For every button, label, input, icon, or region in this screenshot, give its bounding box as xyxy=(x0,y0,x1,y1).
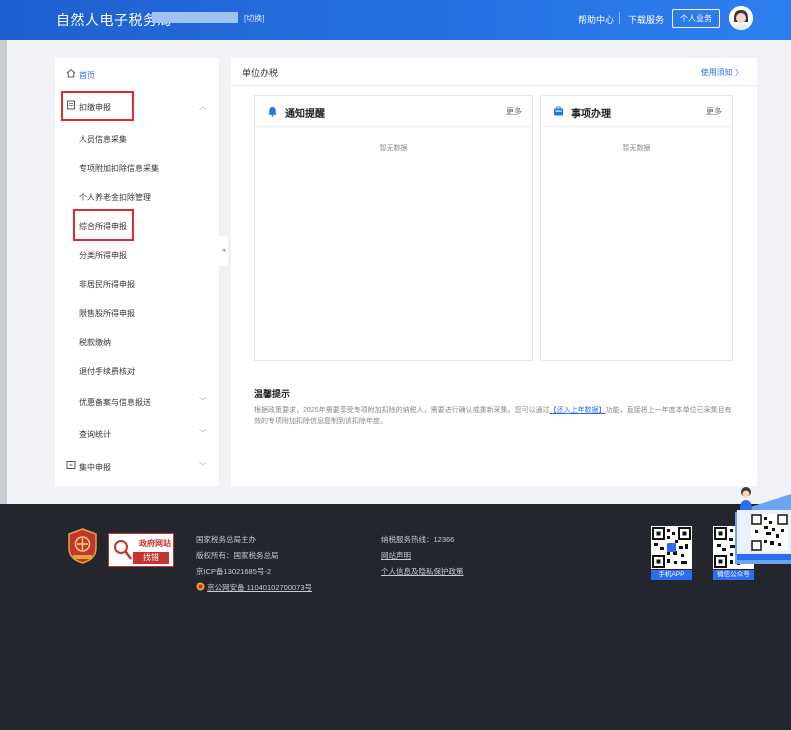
matters-empty-text: 暂无数据 xyxy=(622,145,651,152)
main-panel: 单位办税 使用须知 〉 通知提醒 更多 暂无数据 事项办理 更多 暂无数据 温馨… xyxy=(231,58,757,486)
highlight-comprehensive-income xyxy=(73,209,134,241)
sponsor-text: 国家税务总局主办 xyxy=(196,535,256,544)
divider xyxy=(231,85,757,86)
chevron-down-icon: ﹀ xyxy=(199,397,207,406)
notice-more-link[interactable]: 更多 xyxy=(506,106,522,117)
sidebar-group-label: 集中申报 xyxy=(79,463,111,472)
sidebar-item-label: 个人养老金扣除管理 xyxy=(79,193,151,202)
sidebar-nav: 首页 扣缴申报 ︿ 人员信息采集 专项附加扣除信息采集 个人养老金扣除管理 综合… xyxy=(55,58,219,486)
sidebar-item-special-deduction[interactable]: 专项附加扣除信息采集 xyxy=(55,157,219,179)
find-error-label: 找错 xyxy=(133,552,169,564)
page-title: 单位办税 xyxy=(242,68,279,78)
sidebar-collapse-handle[interactable]: ◂ xyxy=(219,236,228,266)
chevron-down-icon: ﹀ xyxy=(199,429,207,438)
sidebar-item-label: 税款缴纳 xyxy=(79,338,111,347)
notice-panel-title: 通知提醒 xyxy=(285,109,325,120)
matters-panel: 事项办理 更多 暂无数据 xyxy=(540,95,733,361)
matters-panel-title: 事项办理 xyxy=(571,109,611,120)
switch-link[interactable]: [切换] xyxy=(244,13,264,24)
sidebar-group-central[interactable]: 集中申报 ﹀ xyxy=(55,456,219,478)
public-security-link[interactable]: 京公网安备 11040102700073号 xyxy=(196,580,312,596)
sidebar-item-preferential-filing[interactable]: 优惠备案与信息报送 ﹀ xyxy=(55,391,219,413)
sidebar-item-label: 分类所得申报 xyxy=(79,251,127,260)
sidebar-item-nonresident-income[interactable]: 非居民所得申报 xyxy=(55,273,219,295)
notice-empty-text: 暂无数据 xyxy=(379,145,408,152)
icp-text[interactable]: 京ICP备13021685号-2 xyxy=(196,564,312,580)
window-edge xyxy=(0,40,7,504)
panel-divider xyxy=(255,126,532,127)
help-center-link[interactable]: 帮助中心 xyxy=(578,13,614,26)
floating-assistant[interactable] xyxy=(731,484,791,564)
panel-divider xyxy=(541,126,732,127)
matters-more-link[interactable]: 更多 xyxy=(706,106,722,117)
sidebar-item-query-stats[interactable]: 查询统计 ﹀ xyxy=(55,423,219,445)
personal-business-button[interactable]: 个人业务 xyxy=(672,9,720,28)
redacted-org-name xyxy=(152,12,238,23)
bell-icon xyxy=(268,107,277,117)
public-security-text: 京公网安备 11040102700073号 xyxy=(207,583,313,592)
usage-notes-link[interactable]: 使用须知 〉 xyxy=(701,67,743,78)
central-declare-icon xyxy=(66,461,76,469)
sidebar-item-classified-income[interactable]: 分类所得申报 xyxy=(55,244,219,266)
chevron-down-icon: ﹀ xyxy=(199,462,207,471)
notice-panel: 通知提醒 更多 暂无数据 xyxy=(254,95,533,361)
wechat-qr-label: 微信公众号 xyxy=(713,570,754,580)
top-header: 自然人电子税务局 [切换] 帮助中心 下载服务 个人业务 xyxy=(0,0,791,40)
police-badge-icon xyxy=(196,582,205,591)
gov-site-error-report-badge[interactable]: 政府网站 找错 xyxy=(108,533,174,567)
site-statement-link[interactable]: 网站声明 xyxy=(381,548,464,564)
sidebar-item-personnel[interactable]: 人员信息采集 xyxy=(55,128,219,150)
tips-text-part: 根据政策要求，2025年需要享受专项附加扣除的纳税人，需要进行确认或重新采集。您… xyxy=(254,407,550,414)
import-last-year-link[interactable]: 【还入上年数据】 xyxy=(550,407,606,414)
sidebar-item-label: 人员信息采集 xyxy=(79,135,127,144)
briefcase-icon xyxy=(554,106,563,116)
sidebar-item-home[interactable]: 首页 xyxy=(55,64,219,86)
privacy-policy-link[interactable]: 个人信息及隐私保护政策 xyxy=(381,564,464,580)
hotline-text: 纳税服务热线：12366 xyxy=(381,535,455,544)
sidebar-item-refund-fee[interactable]: 退付手续费核对 xyxy=(55,360,219,382)
download-service-link[interactable]: 下载服务 xyxy=(628,13,664,26)
sidebar-item-label: 查询统计 xyxy=(79,430,111,439)
app-qr-label: 手机APP xyxy=(651,570,692,580)
header-divider xyxy=(619,12,620,24)
highlight-declare-group xyxy=(61,91,134,121)
home-icon xyxy=(66,68,76,78)
footer-service-column: 纳税服务热线：12366 网站声明 个人信息及隐私保护政策 xyxy=(381,532,464,580)
tips-title: 温馨提示 xyxy=(254,389,291,399)
gov-site-label: 政府网站 xyxy=(139,539,171,548)
chevron-up-icon: ︿ xyxy=(199,102,207,111)
sidebar-item-label: 专项附加扣除信息采集 xyxy=(79,164,159,173)
sidebar-item-tax-payment[interactable]: 税款缴纳 xyxy=(55,331,219,353)
sidebar-item-pension[interactable]: 个人养老金扣除管理 xyxy=(55,186,219,208)
tax-emblem-icon[interactable] xyxy=(67,528,98,564)
copyright-text: 版权所有：国家税务总局 xyxy=(196,551,279,560)
sidebar-item-label: 限售股所得申报 xyxy=(79,309,135,318)
sidebar-item-label: 首页 xyxy=(79,71,95,80)
footer-info-column: 国家税务总局主办 版权所有：国家税务总局 京ICP备13021685号-2 京公… xyxy=(196,532,312,596)
sidebar-item-label: 优惠备案与信息报送 xyxy=(79,398,151,407)
user-avatar[interactable] xyxy=(729,6,753,30)
tips-text: 根据政策要求，2025年需要享受专项附加扣除的纳税人，需要进行确认或重新采集。您… xyxy=(254,405,736,427)
sidebar-item-label: 非居民所得申报 xyxy=(79,280,135,289)
magnifier-icon xyxy=(114,540,133,560)
sidebar-item-restricted-stock[interactable]: 限售股所得申报 xyxy=(55,302,219,324)
sidebar-item-label: 退付手续费核对 xyxy=(79,367,135,376)
app-qr-code xyxy=(651,526,692,569)
